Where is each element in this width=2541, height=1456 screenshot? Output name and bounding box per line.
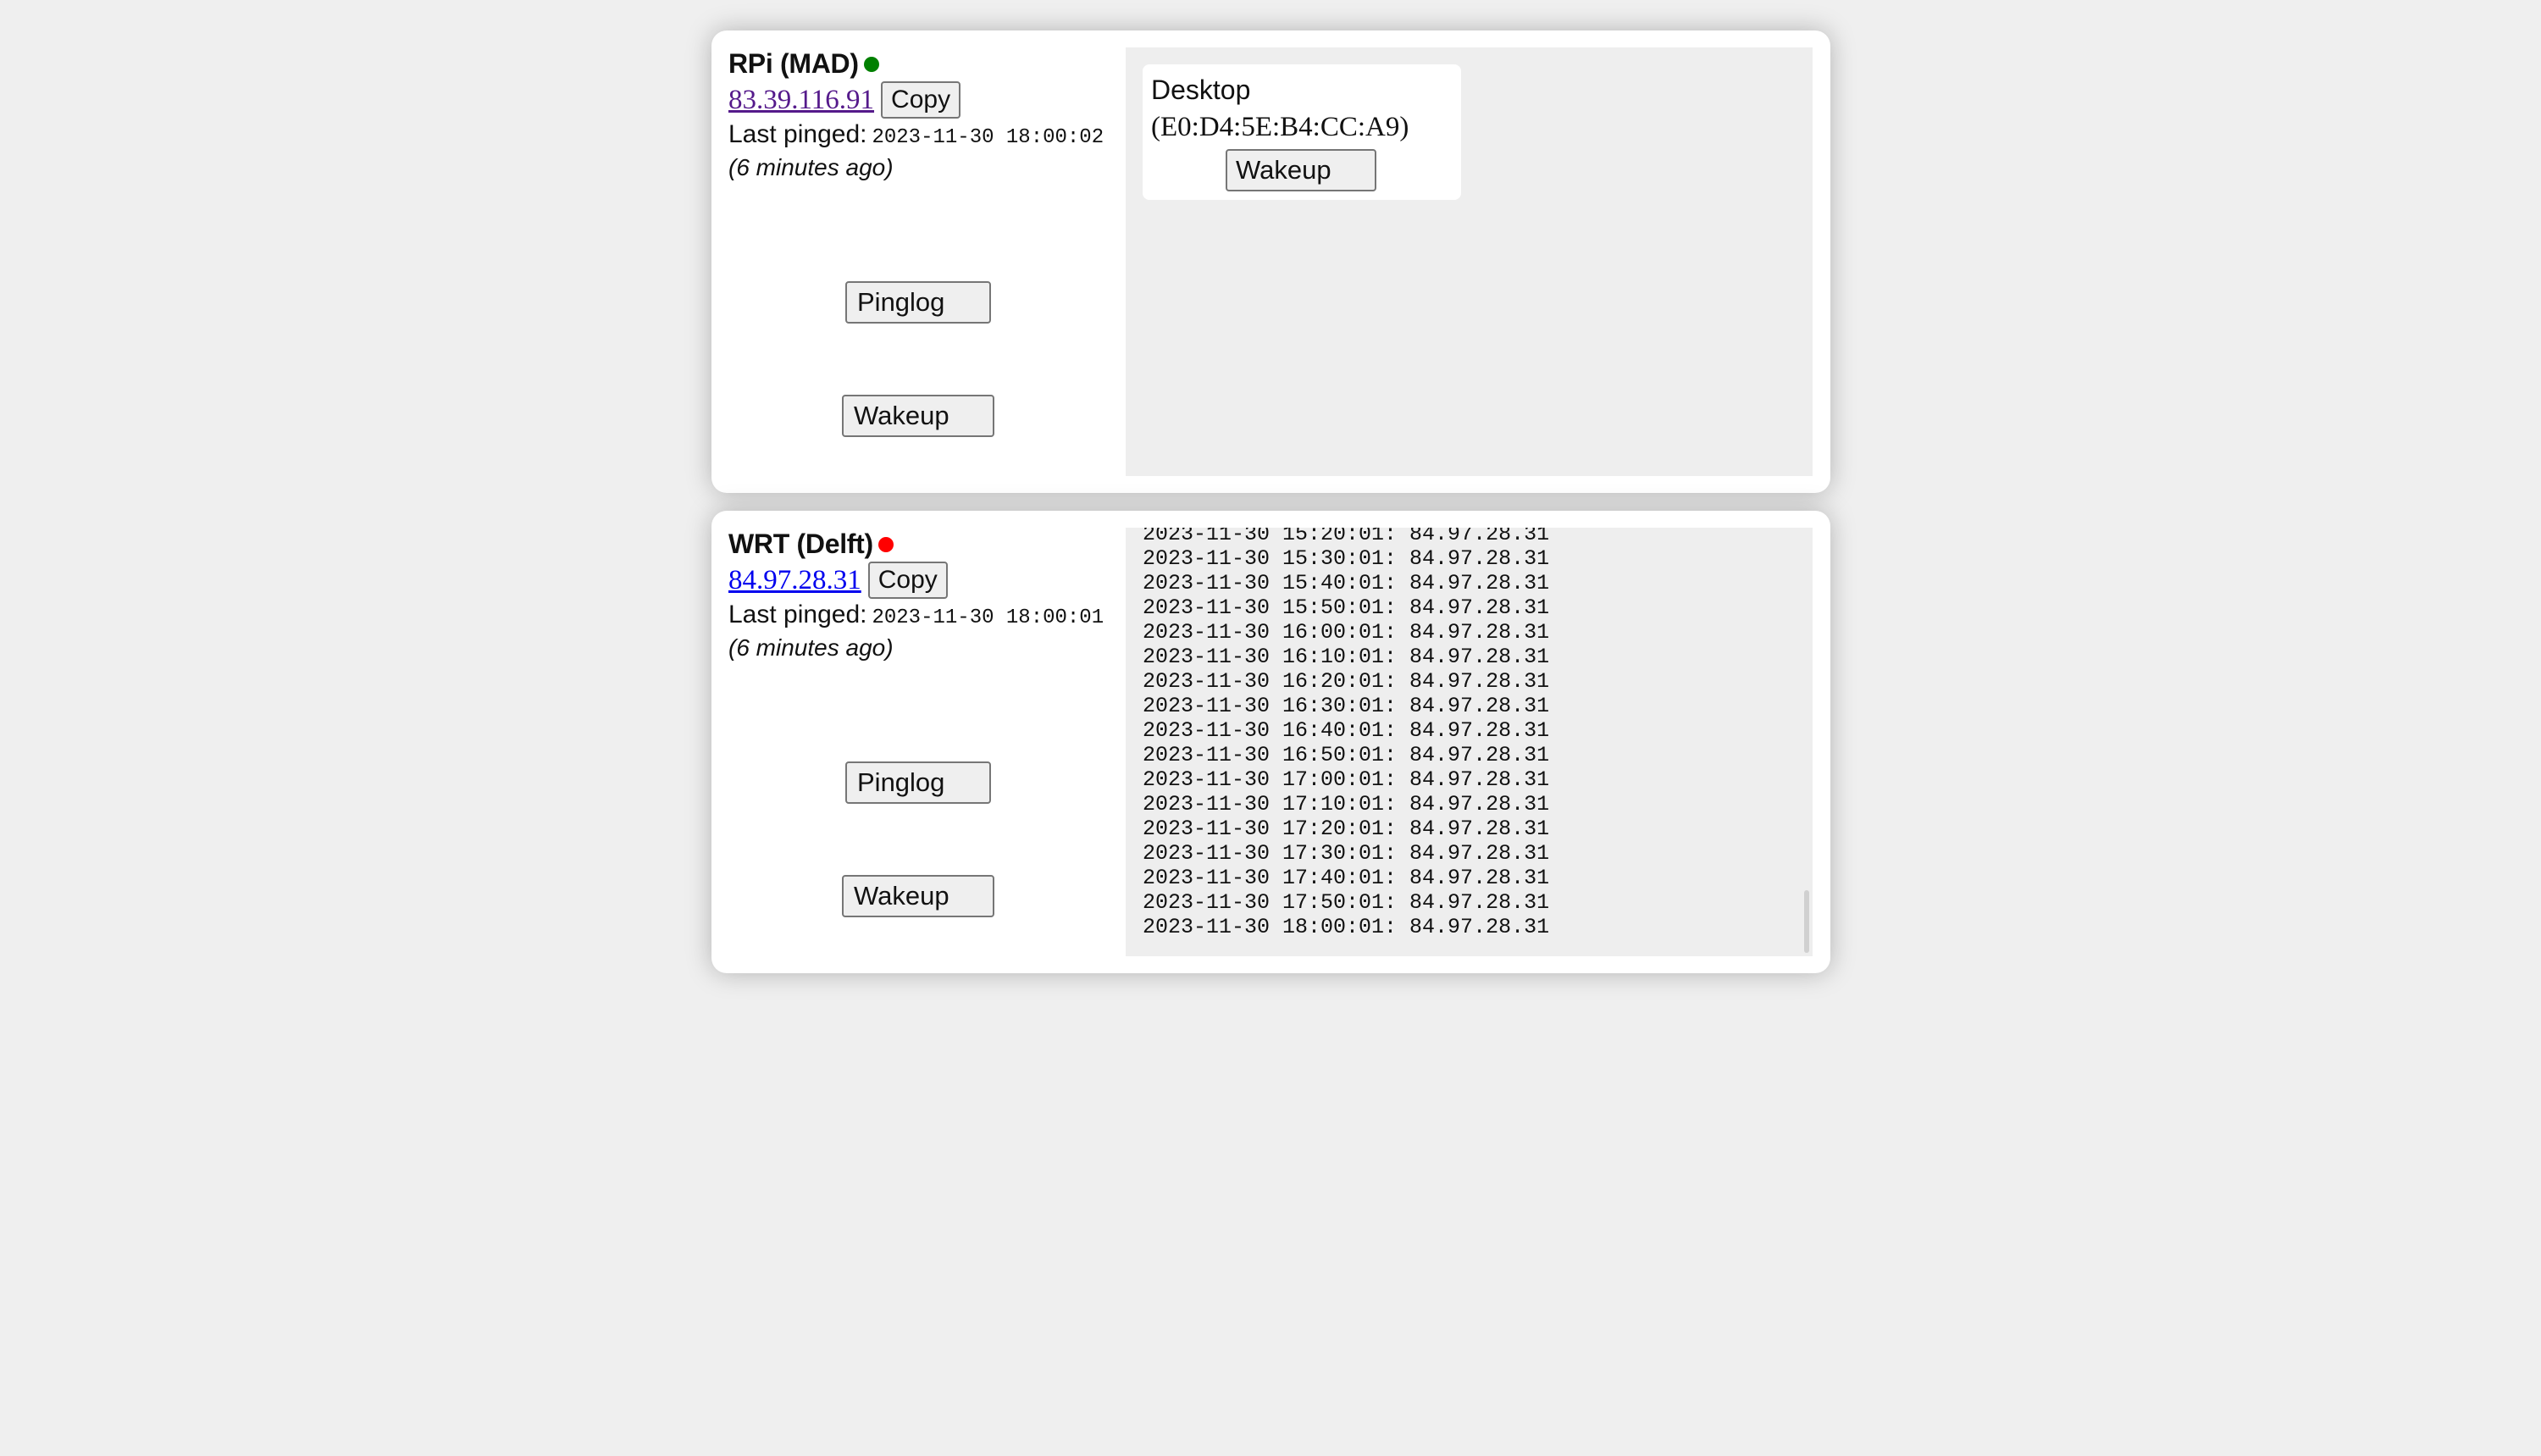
last-pinged-ago: (6 minutes ago) xyxy=(728,154,894,180)
pinglog-line: 2023-11-30 17:20:01: 84.97.28.31 xyxy=(1143,817,1550,841)
last-pinged: Last pinged: 2023-11-30 18:00:02 xyxy=(728,120,1118,154)
pinglog-line: 2023-11-30 17:50:01: 84.97.28.31 xyxy=(1143,890,1550,915)
last-pinged-label: Last pinged: xyxy=(728,120,867,148)
status-dot-icon xyxy=(877,537,894,552)
pinglog-line: 2023-11-30 16:00:01: 84.97.28.31 xyxy=(1143,620,1550,645)
pinglog-line: 2023-11-30 18:00:01: 84.97.28.31 xyxy=(1143,915,1550,939)
pinglog-line: 2023-11-30 15:40:01: 84.97.28.31 xyxy=(1143,571,1550,595)
pinglog-line: 2023-11-30 17:30:01: 84.97.28.31 xyxy=(1143,841,1550,866)
last-pinged-time: 2023-11-30 18:00:02 xyxy=(872,126,1104,149)
pinglog-button[interactable]: Pinglog xyxy=(845,761,991,804)
pinglog-button[interactable]: Pinglog xyxy=(845,281,991,324)
ip-row: 84.97.28.31 Copy xyxy=(728,562,1118,599)
pinglog-line: 2023-11-30 16:10:01: 84.97.28.31 xyxy=(1143,645,1550,669)
pinglog-line: 2023-11-30 17:40:01: 84.97.28.31 xyxy=(1143,866,1550,890)
last-pinged-label: Last pinged: xyxy=(728,601,867,628)
ip-row: 83.39.116.91 Copy xyxy=(728,81,1118,119)
wake-target-desktop: Desktop (E0:D4:5E:B4:CC:A9) Wakeup xyxy=(1143,64,1461,200)
device-info: RPi (MAD) 83.39.116.91 Copy Last pinged:… xyxy=(728,46,1118,478)
status-dot-icon xyxy=(863,57,879,72)
wake-target-name: Desktop xyxy=(1151,75,1251,105)
ip-link[interactable]: 84.97.28.31 xyxy=(728,565,861,596)
copy-button[interactable]: Copy xyxy=(881,81,961,119)
device-card: RPi (MAD) 83.39.116.91 Copy Last pinged:… xyxy=(711,30,1830,493)
pinglog-line: 2023-11-30 15:50:01: 84.97.28.31 xyxy=(1143,595,1550,620)
pinglog-scrollbar[interactable] xyxy=(1804,890,1809,953)
copy-button[interactable]: Copy xyxy=(867,562,948,599)
wakeup-button[interactable]: Wakeup xyxy=(842,875,994,917)
ip-link[interactable]: 83.39.116.91 xyxy=(728,85,874,116)
pinglog-lines: 2023-11-30 15:20:01: 84.97.28.31 2023-11-… xyxy=(1143,528,1549,939)
pinglog-line: 2023-11-30 15:20:01: 84.97.28.31 xyxy=(1143,528,1550,546)
wake-target-wakeup-button[interactable]: Wakeup xyxy=(1226,149,1376,191)
device-name-row: WRT (Delft) xyxy=(728,526,1118,562)
last-pinged-ago: (6 minutes ago) xyxy=(728,634,894,661)
wake-target-mac: (E0:D4:5E:B4:CC:A9) xyxy=(1151,112,1409,142)
pinglog-line: 2023-11-30 16:20:01: 84.97.28.31 xyxy=(1143,669,1550,694)
device-card: WRT (Delft) 84.97.28.31 Copy Last pinged… xyxy=(711,511,1830,973)
last-pinged: Last pinged: 2023-11-30 18:00:01 xyxy=(728,601,1118,634)
pinglog-line: 2023-11-30 16:50:01: 84.97.28.31 xyxy=(1143,743,1550,767)
wake-targets-panel: Desktop (E0:D4:5E:B4:CC:A9) Wakeup xyxy=(1126,47,1813,476)
pinglog-line: 2023-11-30 17:10:01: 84.97.28.31 xyxy=(1143,792,1550,817)
device-info: WRT (Delft) 84.97.28.31 Copy Last pinged… xyxy=(728,526,1118,958)
wakeup-button[interactable]: Wakeup xyxy=(842,395,994,437)
pinglog-line: 2023-11-30 16:40:01: 84.97.28.31 xyxy=(1143,718,1550,743)
device-name: WRT (Delft) xyxy=(728,528,873,559)
pinglog-line: 2023-11-30 17:00:01: 84.97.28.31 xyxy=(1143,767,1550,792)
pinglog-line: 2023-11-30 15:30:01: 84.97.28.31 xyxy=(1143,546,1550,571)
device-name-row: RPi (MAD) xyxy=(728,46,1118,81)
last-pinged-time: 2023-11-30 18:00:01 xyxy=(872,606,1104,629)
pinglog-line: 2023-11-30 16:30:01: 84.97.28.31 xyxy=(1143,694,1550,718)
device-name: RPi (MAD) xyxy=(728,47,859,79)
pinglog-panel[interactable]: 2023-11-30 15:20:01: 84.97.28.31 2023-11-… xyxy=(1126,528,1813,956)
